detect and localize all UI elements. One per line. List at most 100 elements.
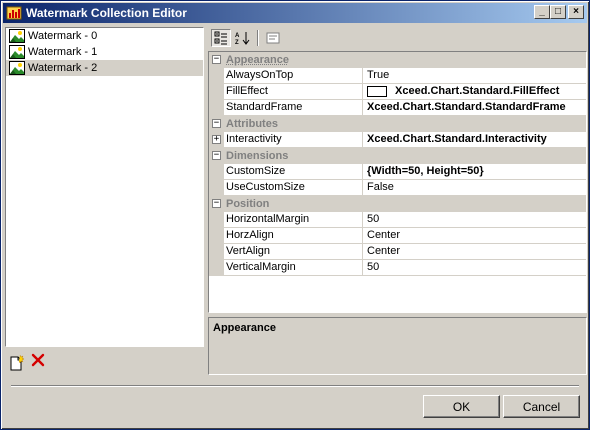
remove-member-icon[interactable] [31, 353, 45, 371]
category-row[interactable]: − Dimensions [209, 148, 586, 164]
property-name: Interactivity [224, 132, 363, 147]
add-member-icon[interactable] [9, 354, 25, 371]
property-gutter [209, 100, 224, 115]
toolbar-separator [257, 30, 259, 46]
category-label: Dimensions [224, 148, 586, 163]
watermark-image-icon [9, 61, 25, 75]
category-row[interactable]: − Appearance [209, 52, 586, 68]
property-grid[interactable]: − Appearance AlwaysOnTop True FillEffect Xcee… [208, 51, 587, 313]
property-row[interactable]: VerticalMargin 50 [209, 260, 586, 276]
list-item-label: Watermark - 2 [28, 62, 98, 74]
property-row[interactable]: CustomSize {Width=50, Height=50} [209, 164, 586, 180]
property-name: VertAlign [224, 244, 363, 259]
list-item-label: Watermark - 0 [28, 30, 98, 42]
property-value-text: 50 [367, 261, 380, 273]
button-divider [11, 385, 579, 387]
window-title: Watermark Collection Editor [26, 6, 187, 20]
property-value-text: 50 [367, 213, 380, 225]
property-row[interactable]: FillEffect Xceed.Chart.Standard.FillEffec… [209, 84, 586, 100]
cancel-button[interactable]: Cancel [503, 395, 580, 418]
property-row[interactable]: + Interactivity Xceed.Chart.Standard.Inter… [209, 132, 586, 148]
property-value[interactable]: Xceed.Chart.Standard.FillEffect [363, 84, 586, 99]
property-gutter [209, 180, 224, 195]
list-item[interactable]: Watermark - 2 [6, 60, 203, 76]
property-name: VerticalMargin [224, 260, 363, 275]
minimize-button[interactable]: _ [534, 5, 550, 19]
property-value-text: {Width=50, Height=50} [367, 165, 484, 177]
fill-swatch [367, 86, 387, 97]
title-bar[interactable]: Watermark Collection Editor _ □ × [3, 3, 587, 23]
property-value-text: True [367, 69, 390, 81]
property-value[interactable]: Center [363, 244, 586, 259]
property-name: StandardFrame [224, 100, 363, 115]
close-button[interactable]: × [568, 5, 584, 19]
property-value[interactable]: False [363, 180, 586, 195]
property-name: FillEffect [224, 84, 363, 99]
list-item-label: Watermark - 1 [28, 46, 98, 58]
category-gutter: − [209, 148, 224, 163]
list-item[interactable]: Watermark - 1 [6, 44, 203, 60]
category-label: Position [224, 196, 586, 211]
property-pages-icon[interactable] [263, 29, 283, 47]
property-value-text: Xceed.Chart.Standard.FillEffect [395, 85, 560, 97]
property-gutter [209, 68, 224, 83]
collapse-icon[interactable]: − [212, 55, 221, 64]
property-row[interactable]: HorzAlign Center [209, 228, 586, 244]
category-row[interactable]: − Attributes [209, 116, 586, 132]
property-value[interactable]: Xceed.Chart.Standard.Interactivity [363, 132, 586, 147]
category-label: Attributes [224, 116, 586, 131]
maximize-button[interactable]: □ [550, 5, 566, 19]
app-icon [6, 5, 22, 21]
svg-text:Z: Z [235, 40, 239, 45]
property-description-panel: Appearance [208, 317, 587, 375]
category-gutter: − [209, 116, 224, 131]
property-row[interactable]: UseCustomSize False [209, 180, 586, 196]
property-value[interactable]: Xceed.Chart.Standard.StandardFrame [363, 100, 586, 115]
watermark-image-icon [9, 45, 25, 59]
property-value[interactable]: True [363, 68, 586, 83]
list-item[interactable]: Watermark - 0 [6, 28, 203, 44]
collapse-icon[interactable]: − [212, 151, 221, 160]
category-gutter: − [209, 196, 224, 211]
property-gutter [209, 228, 224, 243]
property-gutter [209, 244, 224, 259]
collapse-icon[interactable]: − [212, 199, 221, 208]
property-gutter [209, 164, 224, 179]
property-name: HorzAlign [224, 228, 363, 243]
collection-editor-window: Watermark Collection Editor _ □ × Waterm… [0, 0, 590, 430]
property-row[interactable]: VertAlign Center [209, 244, 586, 260]
alphabetical-view-icon[interactable]: A Z [233, 29, 253, 47]
svg-text:A: A [235, 33, 240, 39]
property-value-text: Xceed.Chart.Standard.Interactivity [367, 133, 547, 145]
property-gutter: + [209, 132, 224, 147]
watermark-image-icon [9, 29, 25, 43]
property-value-text: Xceed.Chart.Standard.StandardFrame [367, 101, 566, 113]
property-value-text: Center [367, 245, 401, 257]
members-list[interactable]: Watermark - 0 Watermark - 1 Watermark - 2 [5, 27, 204, 347]
property-row[interactable]: HorizontalMargin 50 [209, 212, 586, 228]
property-row[interactable]: StandardFrame Xceed.Chart.Standard.Standa… [209, 100, 586, 116]
ok-button[interactable]: OK [423, 395, 500, 418]
property-grid-toolbar: A Z [208, 27, 587, 49]
collapse-icon[interactable]: − [212, 119, 221, 128]
property-name: UseCustomSize [224, 180, 363, 195]
property-name: HorizontalMargin [224, 212, 363, 227]
property-gutter [209, 260, 224, 275]
property-gutter [209, 84, 224, 99]
categorized-view-icon[interactable] [211, 29, 231, 47]
property-name: CustomSize [224, 164, 363, 179]
description-title: Appearance [213, 322, 276, 334]
property-row[interactable]: AlwaysOnTop True [209, 68, 586, 84]
property-value-text: False [367, 181, 394, 193]
property-value[interactable]: 50 [363, 260, 586, 275]
expand-icon[interactable]: + [212, 135, 221, 144]
category-label: Appearance [224, 52, 586, 67]
property-value[interactable]: Center [363, 228, 586, 243]
category-row[interactable]: − Position [209, 196, 586, 212]
category-gutter: − [209, 52, 224, 67]
property-value[interactable]: {Width=50, Height=50} [363, 164, 586, 179]
property-value[interactable]: 50 [363, 212, 586, 227]
property-value-text: Center [367, 229, 401, 241]
property-gutter [209, 212, 224, 227]
property-name: AlwaysOnTop [224, 68, 363, 83]
